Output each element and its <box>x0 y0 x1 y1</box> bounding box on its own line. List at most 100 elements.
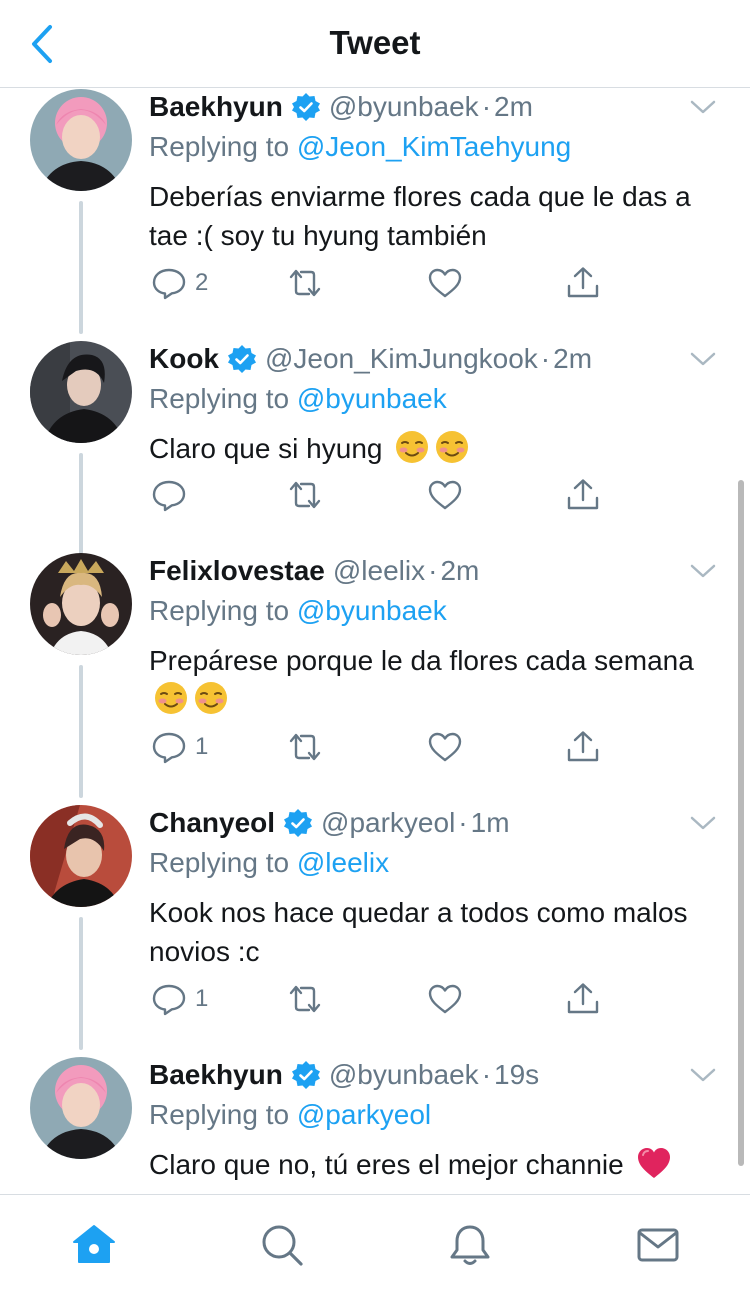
reply-button[interactable]: 2 <box>151 263 208 303</box>
share-button[interactable] <box>565 263 601 303</box>
thread-line <box>79 665 83 798</box>
timestamp[interactable]: 2m <box>494 91 533 123</box>
retweet-icon <box>289 269 321 297</box>
thread-line <box>79 201 83 334</box>
separator-dot: · <box>481 1059 492 1090</box>
tweet-text: Deberías enviarme flores cada que le das… <box>149 177 724 255</box>
like-button[interactable] <box>427 727 463 767</box>
like-button[interactable] <box>427 475 463 515</box>
chevron-down-icon[interactable] <box>686 91 720 121</box>
bottom-tab-bar <box>0 1194 750 1294</box>
tweet[interactable]: Felixlovestae @leelix · 2m Replying to @… <box>0 553 750 805</box>
tweet-text: Kook nos hace quedar a todos como malos … <box>149 893 724 971</box>
timestamp[interactable]: 2m <box>553 343 592 375</box>
replying-to: Replying to @Jeon_KimTaehyung <box>149 129 720 165</box>
mention-link[interactable]: @byunbaek <box>297 383 447 414</box>
retweet-button[interactable] <box>287 263 323 303</box>
heart-icon <box>428 984 462 1014</box>
tweet-body: Chanyeol @parkyeol · 1m Replying to @lee… <box>149 805 720 971</box>
verified-badge-icon <box>228 345 256 373</box>
display-name[interactable]: Baekhyun <box>149 91 283 123</box>
tab-home[interactable] <box>66 1217 122 1273</box>
tweet-actions <box>149 475 619 515</box>
smiling-face-icon <box>195 682 227 714</box>
reply-button[interactable]: 1 <box>151 979 208 1019</box>
reply-count: 1 <box>195 985 209 1012</box>
avatar[interactable] <box>30 805 132 907</box>
display-name[interactable]: Felixlovestae <box>149 555 325 587</box>
share-button[interactable] <box>565 979 601 1019</box>
avatar[interactable] <box>30 1057 132 1159</box>
mention-link[interactable]: @byunbaek <box>297 595 447 626</box>
reply-button[interactable] <box>151 475 195 515</box>
scrollbar[interactable] <box>738 480 744 1166</box>
replying-to: Replying to @byunbaek <box>149 593 720 629</box>
smiling-face-icon <box>436 431 469 463</box>
reply-icon <box>152 984 186 1016</box>
avatar[interactable] <box>30 89 132 191</box>
retweet-icon <box>289 481 321 509</box>
tweet-thread[interactable]: Baekhyun @byunbaek · 2m Replying to @Jeo… <box>0 89 750 1194</box>
separator-dot: · <box>428 555 438 586</box>
chevron-down-icon[interactable] <box>686 1059 720 1089</box>
reply-icon <box>152 732 186 764</box>
mention-link[interactable]: @parkyeol <box>297 1099 431 1130</box>
tweet-text-content: Deberías enviarme flores cada que le das… <box>149 181 691 251</box>
smiling-face-icon <box>396 431 429 463</box>
reply-button[interactable]: 1 <box>151 727 208 767</box>
retweet-button[interactable] <box>287 727 323 767</box>
verified-badge-icon <box>291 1061 320 1089</box>
handle[interactable]: @parkyeol <box>321 807 455 839</box>
display-name[interactable]: Baekhyun <box>149 1059 283 1091</box>
mention-link[interactable]: @Jeon_KimTaehyung <box>297 131 571 162</box>
mention-link[interactable]: @leelix <box>297 847 389 878</box>
timestamp[interactable]: 19s <box>494 1059 539 1091</box>
tweet-text: Claro que no, tú eres el mejor channie <box>149 1145 724 1184</box>
handle[interactable]: @byunbaek <box>329 1059 479 1091</box>
share-icon <box>567 983 599 1014</box>
display-name[interactable]: Chanyeol <box>149 807 275 839</box>
share-button[interactable] <box>565 475 601 515</box>
tweet-body: Baekhyun @byunbaek · 19s Replying to @pa… <box>149 1057 720 1184</box>
tweet-text: Prepárese porque le da flores cada seman… <box>149 641 724 719</box>
share-button[interactable] <box>565 727 601 767</box>
tweet-text-content: Kook nos hace quedar a todos como malos … <box>149 897 688 967</box>
timestamp[interactable]: 1m <box>471 807 510 839</box>
tweet-header: Felixlovestae @leelix · 2m <box>149 553 720 589</box>
share-icon <box>567 731 599 762</box>
tweet-text: Claro que si hyung <box>149 429 724 468</box>
chevron-down-icon[interactable] <box>686 555 720 585</box>
tweet-header: Chanyeol @parkyeol · 1m <box>149 805 720 841</box>
avatar[interactable] <box>30 553 132 655</box>
replying-to-label: Replying to <box>149 383 290 414</box>
tab-notifications[interactable] <box>442 1217 498 1273</box>
home-icon <box>73 1225 115 1263</box>
retweet-button[interactable] <box>287 979 323 1019</box>
tweet[interactable]: Baekhyun @byunbaek · 2m Replying to @Jeo… <box>0 89 750 341</box>
chevron-down-icon[interactable] <box>686 807 720 837</box>
tab-messages[interactable] <box>630 1217 686 1273</box>
separator-dot: · <box>458 807 468 838</box>
verified-badge-icon <box>291 93 320 121</box>
share-icon <box>567 267 599 298</box>
like-button[interactable] <box>427 263 463 303</box>
retweet-button[interactable] <box>287 475 323 515</box>
tweet[interactable]: Baekhyun @byunbaek · 19s Replying to @pa… <box>0 1057 750 1194</box>
avatar[interactable] <box>30 341 132 443</box>
tweet-header: Baekhyun @byunbaek · 19s <box>149 1057 720 1093</box>
timestamp[interactable]: 2m <box>440 555 479 587</box>
handle[interactable]: @Jeon_KimJungkook <box>265 343 538 375</box>
chevron-down-icon[interactable] <box>686 343 720 373</box>
tweet[interactable]: Chanyeol @parkyeol · 1m Replying to @lee… <box>0 805 750 1057</box>
handle[interactable]: @leelix <box>333 555 425 587</box>
display-name[interactable]: Kook <box>149 343 219 375</box>
search-icon <box>262 1225 303 1266</box>
like-button[interactable] <box>427 979 463 1019</box>
retweet-icon <box>289 985 321 1013</box>
replying-to-label: Replying to <box>149 847 290 878</box>
tweet-header: Kook @Jeon_KimJungkook · 2m <box>149 341 720 377</box>
handle[interactable]: @byunbaek <box>329 91 479 123</box>
red-heart-icon <box>637 1148 670 1178</box>
tab-search[interactable] <box>254 1217 310 1273</box>
retweet-icon <box>289 733 321 761</box>
